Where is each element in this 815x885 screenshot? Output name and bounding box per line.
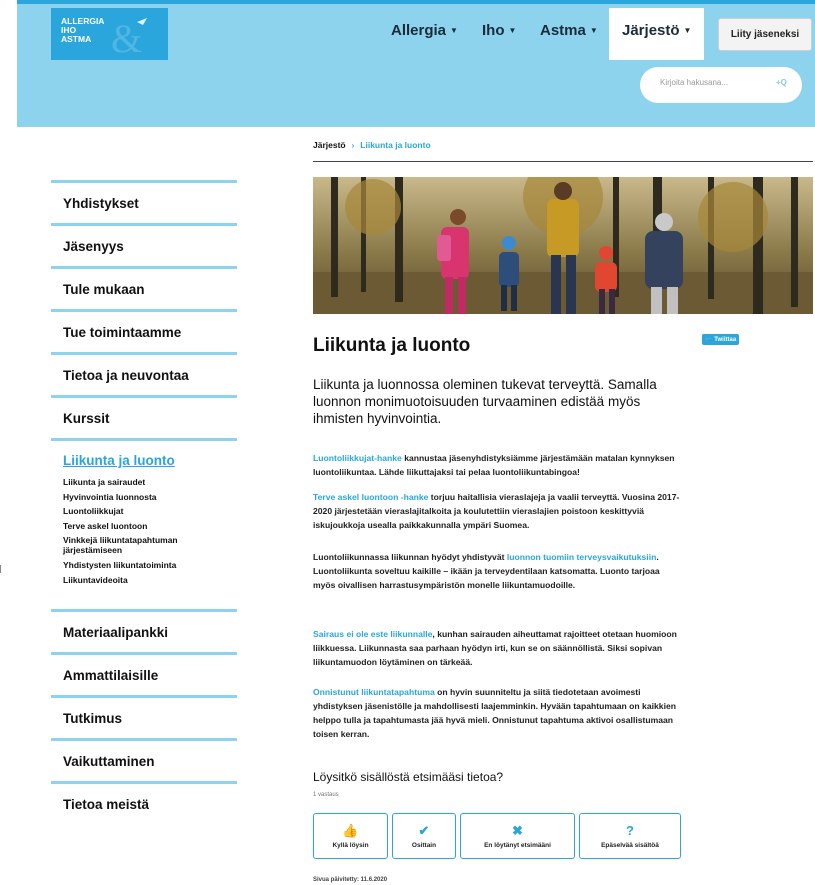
body-paragraph: Luontoliikkujat-hanke kannustaa jäsenyhd… (313, 451, 681, 479)
sidebar-item-liikunta-ja-luonto[interactable]: Liikunta ja luonto (63, 453, 237, 468)
nav-allergia-label: Allergia (391, 22, 447, 39)
sidebar-item-jasenyys[interactable]: Jäsenyys (51, 223, 237, 266)
question-icon: ? (626, 822, 634, 838)
header-top-line (17, 0, 815, 4)
sidebar-item-tietoa-ja-neuvontaa[interactable]: Tietoa ja neuvontaa (51, 352, 237, 395)
sidebar-subitem[interactable]: Liikunta ja sairaudet (63, 477, 237, 487)
close-icon: ✖ (512, 822, 523, 838)
feedback-no-label: En löytänyt etsimääni (484, 841, 551, 849)
nav-allergia[interactable]: Allergia ▼ (391, 22, 458, 39)
search-input[interactable] (658, 77, 772, 88)
link-luontoliikkujat[interactable]: Luontoliikkujat-hanke (313, 453, 402, 463)
thumbs-up-icon: 👍 (342, 822, 359, 838)
page-title: Liikunta ja luonto (313, 335, 471, 356)
twitter-bird-icon: 🐦 (704, 337, 713, 343)
page-updated-date: Sivua päivitetty: 11.6.2020 (313, 877, 388, 883)
sidebar-subitem[interactable]: Yhdistysten liikuntatoiminta (63, 560, 237, 570)
sidebar-item-yhdistykset[interactable]: Yhdistykset (51, 180, 237, 223)
breadcrumb-separator-icon: › (351, 141, 355, 150)
feedback-yes-button[interactable]: 👍 Kyllä löysin (313, 813, 388, 859)
link-terveysvaikutukset[interactable]: luonnon tuomiin terveysvaikutuksiin (507, 552, 656, 562)
logo-text: ALLERGIA IHO ASTMA (61, 17, 104, 44)
nav-jarjesto-label: Järjestö (622, 22, 680, 39)
sidebar-item-tietoa-meista[interactable]: Tietoa meistä (51, 781, 237, 824)
divider (313, 161, 813, 162)
search-icon[interactable]: +Q (776, 78, 787, 87)
body-paragraph: Luontoliikunnassa liikunnan hyödyt yhdis… (313, 550, 681, 592)
sidebar-item-materiaalipankki[interactable]: Materiaalipankki (51, 609, 237, 652)
nav-iho[interactable]: Iho ▼ (482, 22, 516, 39)
sidebar-item-kurssit[interactable]: Kurssit (51, 395, 237, 438)
sidebar-item-tule-mukaan[interactable]: Tule mukaan (51, 266, 237, 309)
sidebar-active-section: Liikunta ja luonto Liikunta ja sairaudet… (51, 438, 237, 609)
tweet-button[interactable]: 🐦 Twiittaa (702, 334, 739, 345)
join-button[interactable]: Liity jäseneksi (718, 18, 812, 51)
lead-paragraph: Liikunta ja luonnossa oleminen tukevat t… (313, 377, 657, 426)
nav-jarjesto[interactable]: Järjestö ▼ (622, 22, 691, 39)
feedback-question: Löysitkö sisällöstä etsimääsi tietoa? (313, 770, 504, 784)
caret-down-icon: ▼ (683, 26, 692, 35)
feedback-partial-label: Osittain (411, 841, 437, 849)
caret-down-icon: ▼ (508, 26, 517, 35)
feedback-partial-button[interactable]: ✔ Osittain (392, 813, 456, 859)
tweet-label: Twiittaa (714, 336, 737, 343)
breadcrumb: Järjestö › Liikunta ja luonto (313, 140, 431, 150)
feedback-unclear-button[interactable]: ? Epäselvää sisältöä (579, 813, 681, 859)
body-paragraph: Sairaus ei ole este liikunnalle, kunhan … (313, 627, 681, 669)
sidebar-subitem[interactable]: Hyvinvointia luonnosta (63, 492, 237, 502)
sidebar-item-ammattilaisille[interactable]: Ammattilaisille (51, 652, 237, 695)
nav-iho-label: Iho (482, 22, 505, 39)
nav-astma[interactable]: Astma ▼ (540, 22, 598, 39)
body-paragraph: Terve askel luontoon -hanke torjuu haita… (313, 490, 681, 532)
sidebar-subitem[interactable]: Luontoliikkujat (63, 506, 237, 516)
feedback-yes-label: Kyllä löysin (332, 841, 369, 849)
link-terve-askel[interactable]: Terve askel luontoon -hanke (313, 492, 428, 502)
check-icon: ✔ (418, 822, 430, 838)
caret-down-icon: ▼ (589, 26, 598, 35)
link-sairaus-ei-este[interactable]: Sairaus ei ole este liikunnalle (313, 629, 432, 639)
sidebar-item-tutkimus[interactable]: Tutkimus (51, 695, 237, 738)
body-paragraph: Onnistunut liikuntatapahtuma on hyvin su… (313, 685, 681, 741)
site-logo[interactable]: ALLERGIA IHO ASTMA & (51, 8, 168, 60)
caret-down-icon: ▼ (450, 26, 458, 35)
sidebar-subitem[interactable]: Terve askel luontoon (63, 521, 237, 531)
hero-image (313, 177, 813, 314)
feedback-count: 1 vastaus (313, 792, 339, 798)
sidebar-item-tue-toimintaamme[interactable]: Tue toimintaamme (51, 309, 237, 352)
search-box: +Q (640, 67, 802, 103)
sidebar-item-vaikuttaminen[interactable]: Vaikuttaminen (51, 738, 237, 781)
sidebar-subitem[interactable]: Liikuntavideoita (63, 575, 237, 585)
paragraph-text: Luontoliikunnassa liikunnan hyödyt yhdis… (313, 552, 507, 562)
sidebar-subitem[interactable]: Vinkkejä liikuntatapahtuman järjestämise… (63, 535, 237, 555)
breadcrumb-jarjesto[interactable]: Järjestö (313, 140, 346, 150)
link-onnistunut-tapahtuma[interactable]: Onnistunut liikuntatapahtuma (313, 687, 435, 697)
logo-line-astma: ASTMA (61, 34, 92, 44)
nav-astma-label: Astma (540, 22, 586, 39)
logo-ampersand-icon: & (111, 16, 147, 56)
feedback-no-button[interactable]: ✖ En löytänyt etsimääni (460, 813, 575, 859)
edge-mark (0, 565, 4, 573)
sidebar-nav: Yhdistykset Jäsenyys Tule mukaan Tue toi… (51, 180, 237, 824)
breadcrumb-current[interactable]: Liikunta ja luonto (360, 140, 430, 150)
feedback-unclear-label: Epäselvää sisältöä (601, 841, 659, 849)
